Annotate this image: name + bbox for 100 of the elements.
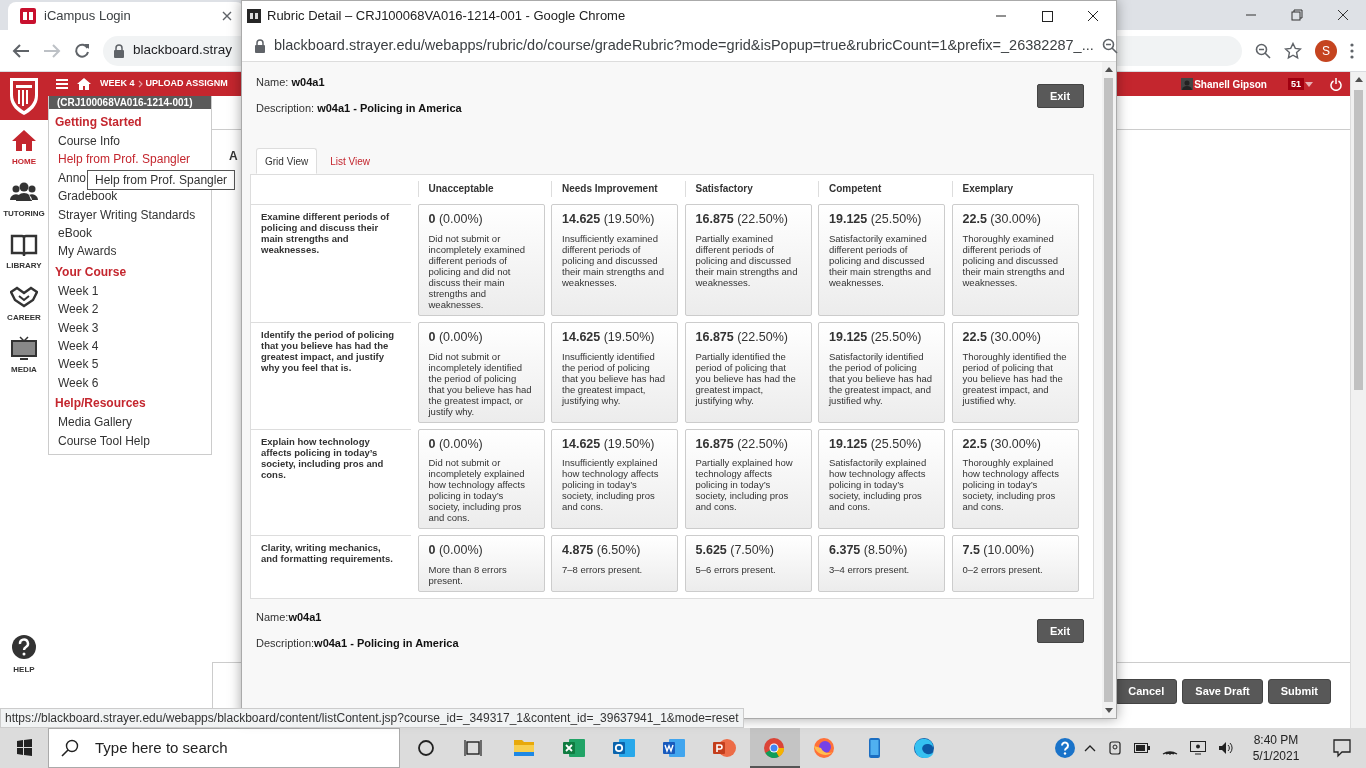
menu-icon[interactable] xyxy=(1350,42,1354,59)
cell-score: 22.5 (30.00%) xyxy=(962,328,1043,346)
rail-item[interactable]: TUTORING xyxy=(0,172,48,224)
exit-button[interactable]: Exit xyxy=(1036,84,1084,108)
user-avatar-icon xyxy=(1181,78,1194,90)
rubric-cell[interactable]: 14.625 (19.50%) Insufficiently explained how technology affects policing in today’s society, including pros and cons. xyxy=(551,428,678,530)
rubric-cell[interactable]: 16.875 (22.50%) Partially identified the period of policing that you believe has had the greatest impact, justifying why. xyxy=(684,321,812,423)
notification-count[interactable]: 51 xyxy=(1288,78,1304,90)
menu-item[interactable]: Week 4 xyxy=(49,337,211,356)
cell-score: 16.875 (22.50%) xyxy=(695,328,789,346)
rubric-cell[interactable]: 22.5 (30.00%) Thoroughly identified the period of policing that you believe has had the greatest impact, and justified why. xyxy=(951,321,1079,423)
criterion-label: Identify the period of policing that you believe has had the greatest impact, and justify why you feel that is. xyxy=(261,328,395,373)
hamburger-menu-icon[interactable] xyxy=(56,79,68,89)
criterion-label: Examine different periods of policing and discuss their main strengths and weaknesses. xyxy=(261,211,391,255)
level-heading: Competent xyxy=(818,181,945,197)
level-heading: Unacceptable xyxy=(417,181,545,197)
menu-item[interactable]: Help from Prof. Spangler xyxy=(49,150,211,169)
action-button[interactable]: Cancel xyxy=(1115,679,1178,704)
power-icon[interactable] xyxy=(1330,77,1342,91)
rubric-cell[interactable]: 5.625 (7.50%) 5–6 errors present. xyxy=(684,535,812,592)
chevron-right-icon xyxy=(137,80,143,88)
menu-item[interactable]: Course Info xyxy=(49,132,211,151)
breadcrumb-link[interactable]: UPLOAD ASSIGNM xyxy=(145,77,228,91)
rubric-cell[interactable]: 0 (0.00%) Did not submit or incompletely explained how technology affects policing in today’s society, including pros and cons. xyxy=(417,428,545,530)
zoom-icon[interactable] xyxy=(1255,42,1271,59)
rubric-cell[interactable]: 4.875 (6.50%) 7–8 errors present. xyxy=(551,535,678,592)
cell-description: 3–4 errors present. xyxy=(829,564,911,575)
lock-icon xyxy=(254,39,266,53)
rail-item[interactable]: MEDIA xyxy=(0,328,48,380)
menu-item[interactable]: Gradebook xyxy=(49,187,211,206)
reload-icon[interactable] xyxy=(74,42,90,59)
rubric-cell[interactable]: 14.625 (19.50%) Insufficiently identified the period of policing that you believe has had the greatest impact, justifying why. xyxy=(551,321,678,423)
rubric-cell[interactable]: 19.125 (25.50%) Satisfactorily explained how technology affects policing in today’s society, including pros and cons. xyxy=(818,428,945,530)
cell-description: Did not submit or incompletely explained how technology affects policing in today’s society, including pros and cons. xyxy=(428,457,526,524)
cell-description: Did not submit or incompletely examined different periods of policing and did not discuss their main strengths and weaknesses. xyxy=(428,232,527,310)
menu-item[interactable]: Week 6 xyxy=(49,373,211,393)
rubric-cell[interactable]: 7.5 (10.00%) 0–2 errors present. xyxy=(951,535,1079,592)
rubric-cell[interactable]: 0 (0.00%) Did not submit or incompletely identified the period of policing that you believe has had the greatest impact, or justify why. xyxy=(417,321,545,423)
star-icon[interactable] xyxy=(1284,41,1302,60)
tooltip: Help from Prof. Spangler xyxy=(87,170,236,190)
view-tab[interactable]: Grid View xyxy=(256,148,318,174)
cell-description: More than 8 errors present. xyxy=(428,564,508,586)
rubric-cell[interactable]: 16.875 (22.50%) Partially examined different periods of policing and discussed their main strengths and weaknesses. xyxy=(684,204,812,316)
view-tab[interactable]: List View xyxy=(317,148,383,174)
menu-item[interactable]: My Awards xyxy=(49,242,211,261)
breadcrumb-link[interactable]: WEEK 4 xyxy=(100,77,135,91)
clock[interactable]: 8:40 PM 5/1/2021 xyxy=(1246,732,1306,764)
back-icon[interactable] xyxy=(12,42,30,59)
menu-item[interactable]: Week 3 xyxy=(49,318,211,338)
menu-item[interactable]: Media Gallery xyxy=(49,413,211,432)
cell-score: 0 (0.00%) xyxy=(428,542,484,560)
rubric-cell[interactable]: 14.625 (19.50%) Insufficiently examined different periods of policing and discussed their main strengths and weaknesses. xyxy=(551,204,678,316)
rubric-cell[interactable]: 16.875 (22.50%) Partially explained how technology affects policing in today’s society, including pros and cons. xyxy=(684,428,812,530)
rubric-cell[interactable]: 22.5 (30.00%) Thoroughly examined different periods of policing and discussed their main strengths and weaknesses. xyxy=(951,204,1079,316)
lock-icon xyxy=(113,43,125,58)
rubric-cell[interactable]: 19.125 (25.50%) Satisfactorily examined different periods of policing and discussed their main strengths and weaknesses. xyxy=(818,204,945,316)
camera-icon[interactable] xyxy=(1108,741,1122,755)
page-scrollbar[interactable] xyxy=(1350,72,1366,728)
action-button[interactable]: Submit xyxy=(1267,679,1331,704)
cell-score: 22.5 (30.00%) xyxy=(962,211,1043,228)
rubric-cell[interactable]: 19.125 (25.50%) Satisfactorily identified the period of policing that you believe has had the greatest impact, and justified why. xyxy=(818,321,945,423)
rubric-cell[interactable]: 0 (0.00%) More than 8 errors present. xyxy=(417,535,545,592)
zoom-icon[interactable] xyxy=(1101,38,1118,54)
cell-description: 5–6 errors present. xyxy=(695,564,777,575)
favicon-icon xyxy=(20,8,36,24)
chrome-app-icon[interactable] xyxy=(750,728,800,768)
help-item[interactable]: HELP xyxy=(11,634,37,676)
user-name[interactable]: Shanell Gipson xyxy=(1194,76,1267,92)
exit-button[interactable]: Exit xyxy=(1036,619,1084,643)
chevron-up-icon[interactable] xyxy=(1084,744,1096,752)
menu-item[interactable]: Strayer Writing Standards xyxy=(49,205,211,225)
search-field[interactable]: Type here to search xyxy=(48,728,400,768)
cell-description: Insufficiently examined different periods of policing and discussed their main strengths and weaknesses. xyxy=(562,232,665,288)
close-icon[interactable] xyxy=(222,11,232,21)
help-tray-icon[interactable] xyxy=(1054,737,1076,759)
cell-description: Partially explained how technology affects policing in today’s society, including pros and cons. xyxy=(695,457,794,513)
volume-icon[interactable] xyxy=(1218,741,1234,755)
browser-tab[interactable]: iCampus Login xyxy=(8,2,244,30)
rubric-cell[interactable]: 22.5 (30.00%) Thoroughly explained how technology affects policing in today’s society, including pros and cons. xyxy=(951,428,1079,530)
menu-item[interactable]: Week 1 xyxy=(49,281,211,301)
home-icon[interactable] xyxy=(77,78,91,90)
caret-down-icon[interactable] xyxy=(1305,81,1313,87)
rubric-cell[interactable]: 0 (0.00%) Did not submit or incompletely examined different periods of policing and did not discuss their main strengths and weaknesses. xyxy=(417,204,545,316)
menu-item[interactable]: eBook xyxy=(49,224,211,243)
rubric-cell[interactable]: 6.375 (8.50%) 3–4 errors present. xyxy=(818,535,945,592)
cell-description: Thoroughly identified the period of policing that you believe has had the greatest impact, and justified why. xyxy=(962,350,1068,406)
menu-section-title: Help/Resources xyxy=(54,395,147,413)
action-button[interactable]: Save Draft xyxy=(1182,679,1263,704)
address-text: blackboard.strayer.edu/webapps/rubric/do/course/gradeRubric?mode=grid&isPopup=true&rubricCount=1&prefix=_26382287_... xyxy=(274,36,1094,56)
rail-item[interactable]: CAREER xyxy=(0,276,48,328)
display-icon[interactable] xyxy=(1190,741,1206,755)
battery-icon[interactable] xyxy=(1134,743,1150,753)
rail-item[interactable]: HOME xyxy=(0,120,48,172)
profile-avatar[interactable]: S xyxy=(1315,39,1337,62)
menu-item[interactable]: Week 2 xyxy=(49,300,211,319)
cell-score: 0 (0.00%) xyxy=(428,211,484,228)
menu-item[interactable]: Week 5 xyxy=(49,355,211,374)
people-icon xyxy=(10,180,38,204)
rail-item[interactable]: LIBRARY xyxy=(0,224,48,276)
menu-item[interactable]: Course Tool Help xyxy=(49,431,211,451)
